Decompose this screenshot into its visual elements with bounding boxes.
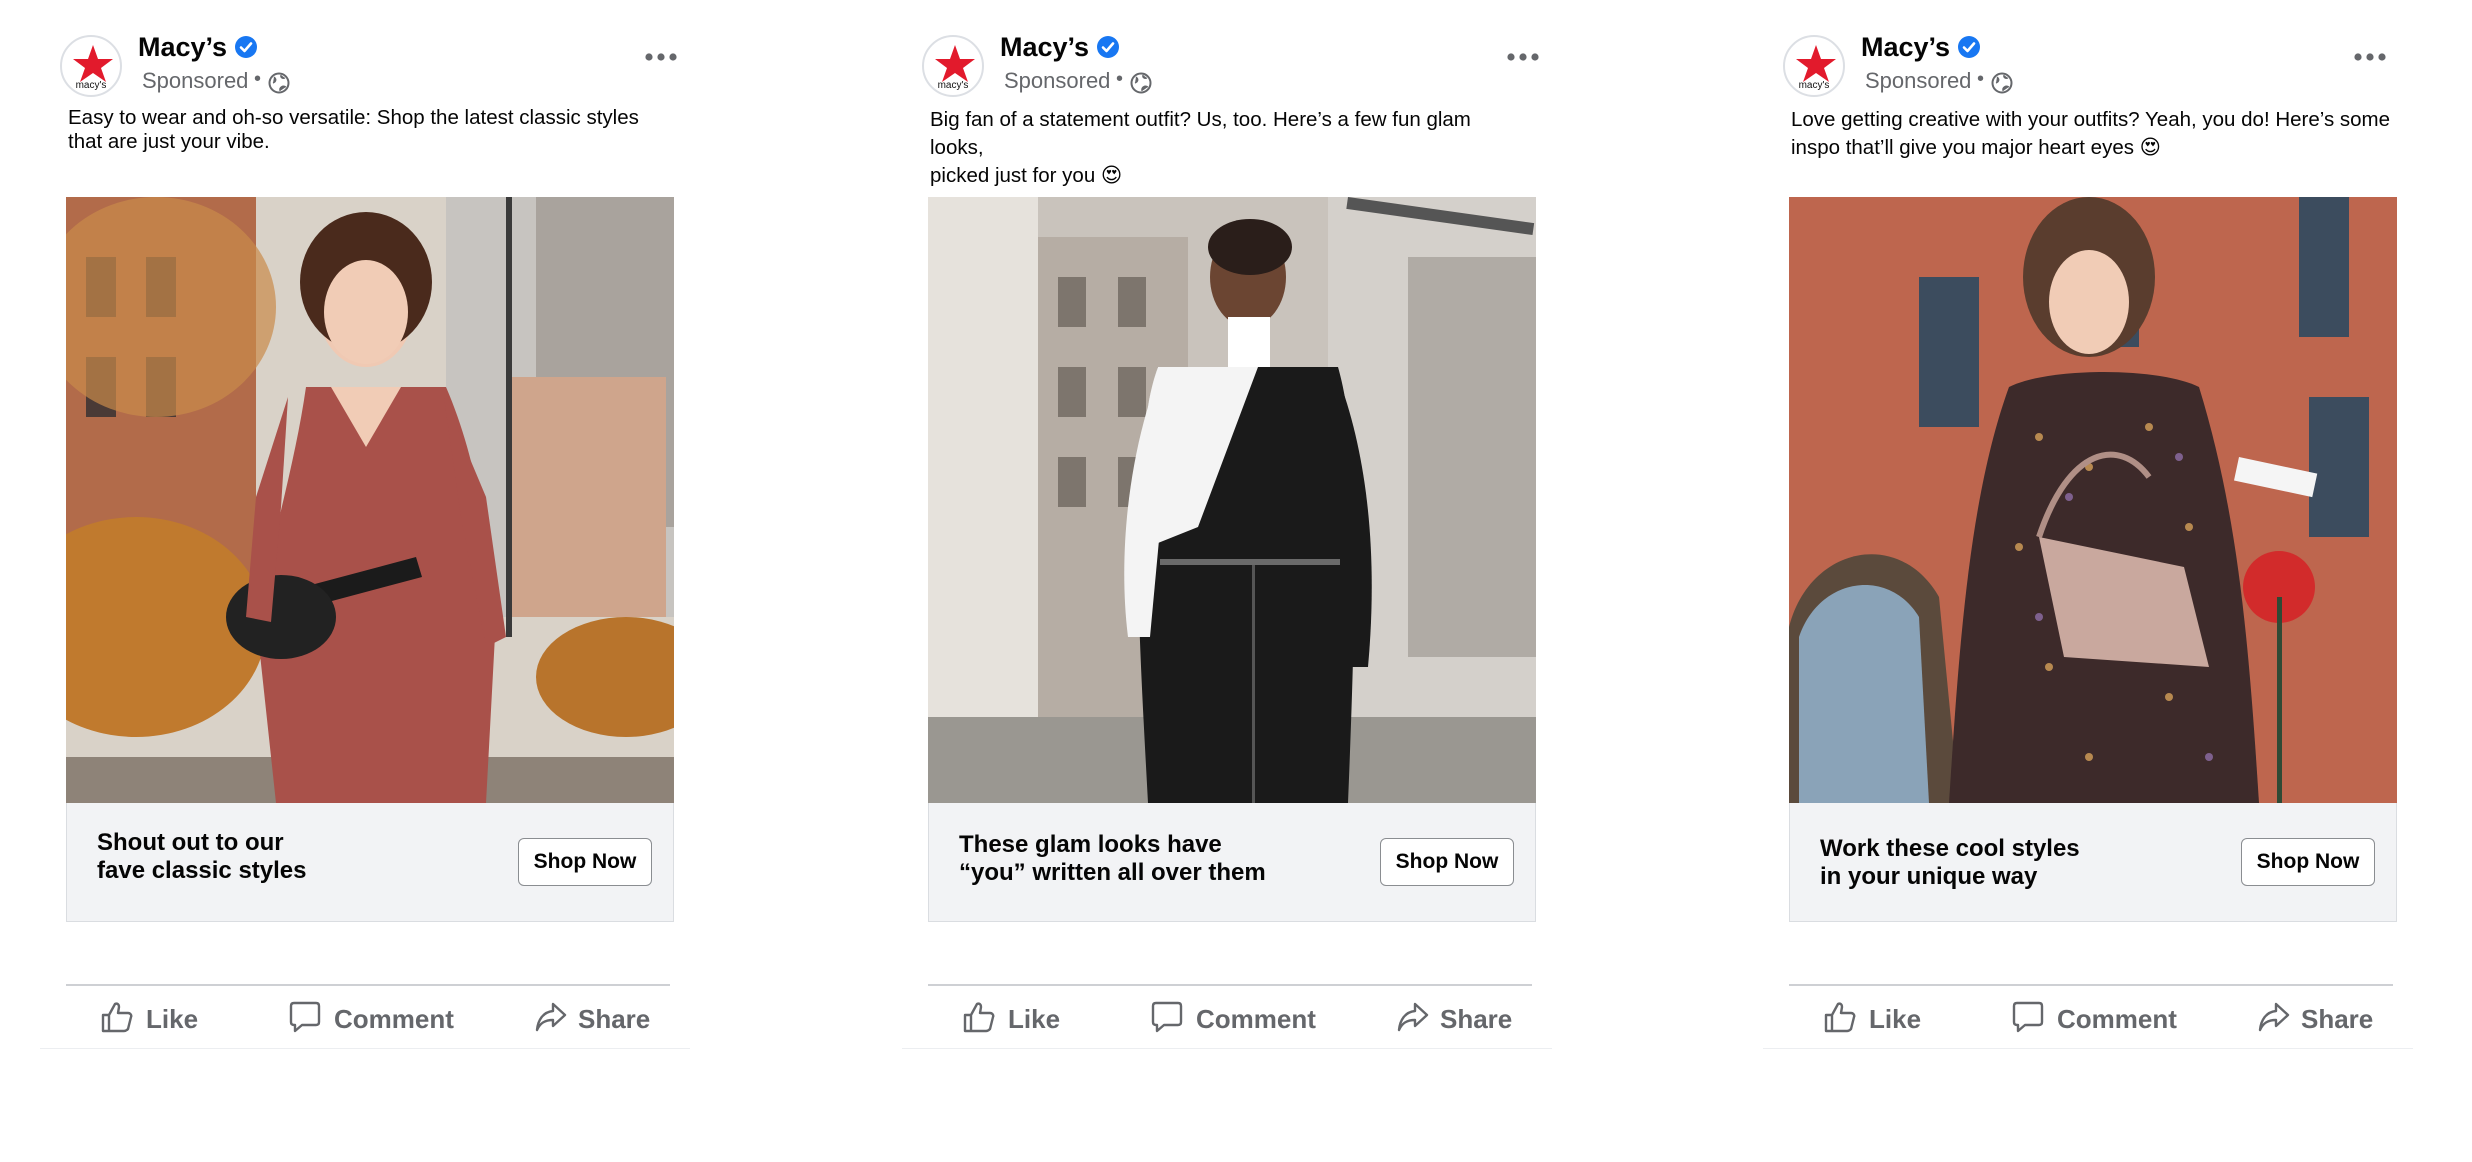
shop-now-button[interactable]: Shop Now	[2241, 838, 2375, 886]
caption-line: Love getting creative with your outfits?…	[1791, 108, 2391, 131]
cta-headline: Work these cool styles in your unique wa…	[1820, 835, 2210, 891]
cta-bar[interactable]: These glam looks have “you” written all …	[928, 803, 1536, 922]
headline-line: in your unique way	[1820, 863, 2038, 890]
share-label: Share	[578, 1004, 651, 1034]
comment-button[interactable]: Comment	[288, 996, 468, 1042]
shop-now-button[interactable]: Shop Now	[1380, 838, 1514, 886]
ad-photo[interactable]	[66, 197, 674, 803]
like-label: Like	[1869, 1004, 1922, 1034]
post-header: macy's Macy’s Sponsored •	[922, 30, 1552, 110]
share-label: Share	[2301, 1004, 2374, 1034]
globe-icon[interactable]	[1991, 72, 2013, 94]
like-button[interactable]: Like	[100, 996, 220, 1042]
like-label: Like	[146, 1004, 199, 1034]
comment-icon	[1151, 1001, 1183, 1033]
ad-feed: macy's Macy’s Sponsored • Easy to wear a…	[0, 0, 2472, 1162]
headline-line: Shout out to our	[97, 829, 284, 856]
headline-line: Work these cool styles	[1820, 835, 2080, 862]
like-button[interactable]: Like	[962, 996, 1082, 1042]
divider	[1789, 984, 2393, 986]
post-caption: Easy to wear and oh-so versatile: Shop t…	[68, 106, 668, 154]
share-icon	[535, 1002, 567, 1032]
cta-bar[interactable]: Shout out to our fave classic styles Sho…	[66, 803, 674, 922]
divider	[928, 984, 1532, 986]
cta-headline: These glam looks have “you” written all …	[959, 831, 1349, 887]
share-icon	[2258, 1002, 2290, 1032]
bottom-rule	[902, 1048, 1552, 1049]
caption-line: Big fan of a statement outfit? Us, too. …	[930, 108, 1471, 159]
like-label: Like	[1008, 1004, 1061, 1034]
bottom-rule	[40, 1048, 690, 1049]
separator-dot: •	[254, 68, 262, 90]
like-icon	[1824, 1002, 1856, 1033]
sponsored-post: macy's Macy’s Sponsored • Love getting c…	[1723, 0, 2413, 1060]
post-header: macy's Macy’s Sponsored •	[1783, 30, 2413, 110]
divider	[66, 984, 670, 986]
comment-icon	[2012, 1001, 2044, 1033]
sponsored-label[interactable]: Sponsored	[1004, 68, 1110, 94]
avatar-brand-text: macy's	[1798, 80, 1830, 91]
separator-dot: •	[1116, 68, 1124, 90]
comment-label: Comment	[1196, 1004, 1316, 1034]
post-caption: Big fan of a statement outfit? Us, too. …	[930, 106, 1530, 190]
like-icon	[963, 1002, 995, 1033]
like-icon	[101, 1002, 133, 1033]
ad-photo[interactable]	[1789, 197, 2397, 803]
cta-headline: Shout out to our fave classic styles	[97, 829, 487, 885]
caption-line: Easy to wear and oh-so versatile: Shop t…	[68, 106, 639, 129]
page-avatar[interactable]: macy's	[1783, 35, 1845, 97]
headline-line: These glam looks have	[959, 831, 1222, 858]
page-name-link[interactable]: Macy’s	[1000, 32, 1089, 63]
more-options-icon[interactable]	[1506, 50, 1540, 64]
post-caption: Love getting creative with your outfits?…	[1791, 106, 2391, 162]
globe-icon[interactable]	[268, 72, 290, 94]
comment-label: Comment	[2057, 1004, 2177, 1034]
headline-line: “you” written all over them	[959, 859, 1266, 886]
share-icon	[1397, 1002, 1429, 1032]
verified-badge-icon	[235, 36, 257, 58]
caption-line: picked just for you 😍	[930, 164, 1123, 187]
bottom-rule	[1763, 1048, 2413, 1049]
separator-dot: •	[1977, 68, 1985, 90]
cta-bar[interactable]: Work these cool styles in your unique wa…	[1789, 803, 2397, 922]
sponsored-post: macy's Macy’s Sponsored • Easy to wear a…	[0, 0, 690, 1060]
globe-icon[interactable]	[1130, 72, 1152, 94]
caption-line: inspo that’ll give you major heart eyes …	[1791, 136, 2162, 159]
comment-label: Comment	[334, 1004, 454, 1034]
shop-now-button[interactable]: Shop Now	[518, 838, 652, 886]
ad-photo[interactable]	[928, 197, 1536, 803]
avatar-brand-text: macy's	[937, 80, 969, 91]
sponsored-label[interactable]: Sponsored	[142, 68, 248, 94]
share-button[interactable]: Share	[1396, 996, 1526, 1042]
comment-icon	[289, 1001, 321, 1033]
more-options-icon[interactable]	[2353, 50, 2387, 64]
share-button[interactable]: Share	[534, 996, 664, 1042]
sponsored-post: macy's Macy’s Sponsored • Big fan of a s…	[862, 0, 1552, 1060]
share-button[interactable]: Share	[2257, 996, 2387, 1042]
page-avatar[interactable]: macy's	[922, 35, 984, 97]
like-button[interactable]: Like	[1823, 996, 1943, 1042]
verified-badge-icon	[1958, 36, 1980, 58]
more-options-icon[interactable]	[644, 50, 678, 64]
avatar-brand-text: macy's	[75, 80, 107, 91]
page-name-link[interactable]: Macy’s	[138, 32, 227, 63]
post-header: macy's Macy’s Sponsored •	[60, 30, 690, 110]
page-avatar[interactable]: macy's	[60, 35, 122, 97]
caption-line: that are just your vibe.	[68, 130, 270, 153]
comment-button[interactable]: Comment	[2011, 996, 2191, 1042]
share-label: Share	[1440, 1004, 1513, 1034]
headline-line: fave classic styles	[97, 857, 307, 884]
sponsored-label[interactable]: Sponsored	[1865, 68, 1971, 94]
comment-button[interactable]: Comment	[1150, 996, 1330, 1042]
page-name-link[interactable]: Macy’s	[1861, 32, 1950, 63]
verified-badge-icon	[1097, 36, 1119, 58]
